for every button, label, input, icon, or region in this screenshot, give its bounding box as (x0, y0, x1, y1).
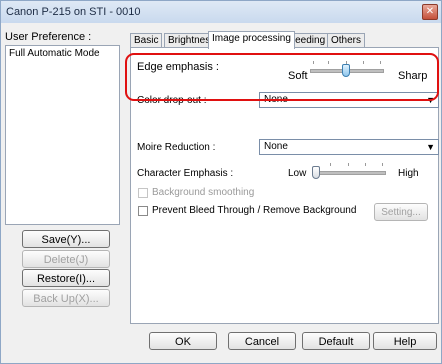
slider-tick (365, 163, 366, 166)
user-preference-list[interactable]: Full Automatic Mode (5, 45, 120, 225)
setting-button[interactable]: Setting... (374, 203, 428, 221)
restore-button[interactable]: Restore(I)... (22, 269, 110, 287)
list-item[interactable]: Full Automatic Mode (6, 46, 119, 61)
help-button[interactable]: Help (373, 332, 437, 350)
tab-basic[interactable]: Basic (130, 33, 163, 48)
moire-reduction-select[interactable]: None ▼ (259, 139, 439, 155)
slider-tick (363, 61, 364, 64)
user-preference-label: User Preference : (5, 31, 92, 43)
character-high-label: High (398, 168, 419, 179)
title-bar: Canon P-215 on STI - 0010 ✕ (1, 1, 441, 23)
chevron-down-icon: ▼ (426, 95, 435, 105)
color-dropout-select[interactable]: None ▼ (259, 92, 439, 108)
dialog-window: Canon P-215 on STI - 0010 ✕ User Prefere… (0, 0, 442, 364)
slider-thumb[interactable] (312, 166, 320, 179)
save-button[interactable]: Save(Y)... (22, 230, 110, 248)
edge-emphasis-label: Edge emphasis : (137, 61, 219, 73)
slider-tick (330, 163, 331, 166)
character-emphasis-slider[interactable] (308, 161, 390, 185)
tab-image-processing[interactable]: Image processing (208, 31, 295, 49)
backup-button[interactable]: Back Up(X)... (22, 289, 110, 307)
tab-others[interactable]: Others (327, 33, 366, 48)
slider-thumb[interactable] (342, 64, 350, 77)
moire-reduction-value: None (264, 141, 288, 152)
default-button[interactable]: Default (302, 332, 370, 350)
color-dropout-value: None (264, 94, 288, 105)
prevent-bleed-through-label: Prevent Bleed Through / Remove Backgroun… (152, 205, 357, 216)
prevent-bleed-through-checkbox[interactable] (138, 206, 148, 216)
slider-track (312, 171, 386, 175)
image-processing-panel (130, 47, 439, 324)
window-title: Canon P-215 on STI - 0010 (6, 6, 141, 18)
cancel-button[interactable]: Cancel (228, 332, 296, 350)
background-smoothing-checkbox[interactable] (138, 188, 148, 198)
character-low-label: Low (288, 168, 307, 179)
edge-soft-label: Soft (288, 70, 308, 82)
color-dropout-label: Color drop-out : (137, 95, 207, 106)
chevron-down-icon: ▼ (426, 142, 435, 152)
slider-tick (382, 163, 383, 166)
moire-reduction-label: Moire Reduction : (137, 142, 216, 153)
character-emphasis-label: Character Emphasis : (137, 168, 234, 179)
background-smoothing-label: Background smoothing (152, 187, 255, 198)
close-icon[interactable]: ✕ (422, 4, 438, 20)
edge-sharp-label: Sharp (398, 70, 428, 82)
delete-button[interactable]: Delete(J) (22, 250, 110, 268)
slider-tick (313, 61, 314, 64)
slider-tick (380, 61, 381, 64)
slider-tick (348, 163, 349, 166)
edge-emphasis-slider[interactable] (306, 59, 388, 83)
slider-tick (328, 61, 329, 64)
ok-button[interactable]: OK (149, 332, 217, 350)
